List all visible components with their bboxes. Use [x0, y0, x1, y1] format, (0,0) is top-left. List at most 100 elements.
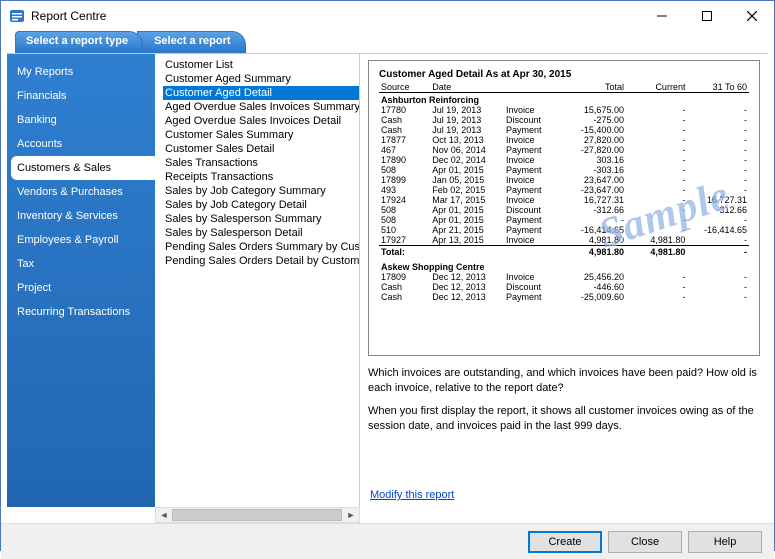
sidebar-item-financials[interactable]: Financials: [7, 84, 155, 108]
report-item[interactable]: Pending Sales Orders Summary by Customer: [163, 240, 359, 254]
report-item[interactable]: Customer Aged Summary: [163, 72, 359, 86]
report-list-hscrollbar[interactable]: ◄ ►: [155, 507, 360, 523]
cell: -: [687, 155, 749, 165]
minimize-button[interactable]: [639, 1, 684, 31]
report-list[interactable]: Customer ListCustomer Aged SummaryCustom…: [155, 54, 360, 507]
tab-headers: Select a report type Select a report: [1, 31, 774, 53]
sidebar-item-inventory-services[interactable]: Inventory & Services: [7, 204, 155, 228]
cell: -303.16: [560, 165, 626, 175]
col-header: Total: [560, 82, 626, 93]
cell: -: [687, 145, 749, 155]
cell: 508: [379, 205, 430, 215]
cell: Jul 19, 2013: [430, 125, 504, 135]
help-button[interactable]: Help: [688, 531, 762, 553]
cell: -: [626, 135, 687, 145]
cell: -: [626, 145, 687, 155]
cell: Apr 13, 2015: [430, 235, 504, 246]
report-item[interactable]: Receipts Transactions: [163, 170, 359, 184]
cell: -: [687, 175, 749, 185]
sidebar-item-customers-sales[interactable]: Customers & Sales: [11, 156, 155, 180]
close-button[interactable]: [729, 1, 774, 31]
cell: Discount: [504, 282, 560, 292]
cell: Invoice: [504, 272, 560, 282]
report-item[interactable]: Customer Sales Detail: [163, 142, 359, 156]
cell: Apr 01, 2015: [430, 215, 504, 225]
report-item[interactable]: Aged Overdue Sales Invoices Detail: [163, 114, 359, 128]
cell: 303.16: [560, 155, 626, 165]
sidebar: My ReportsFinancialsBankingAccountsCusto…: [7, 54, 155, 507]
cell: Jul 19, 2013: [430, 105, 504, 115]
maximize-button[interactable]: [684, 1, 729, 31]
report-item[interactable]: Sales by Job Category Summary: [163, 184, 359, 198]
cell: Payment: [504, 225, 560, 235]
cell: -: [626, 155, 687, 165]
cell: -: [626, 125, 687, 135]
report-item[interactable]: Pending Sales Orders Detail by Customer: [163, 254, 359, 268]
report-item[interactable]: Sales by Salesperson Summary: [163, 212, 359, 226]
close-dialog-button[interactable]: Close: [608, 531, 682, 553]
cell: -: [626, 165, 687, 175]
footer: Create Close Help: [1, 523, 774, 559]
total-cell: 4,981.80: [626, 246, 687, 261]
total-cell: Total:: [379, 246, 430, 261]
main-area: My ReportsFinancialsBankingAccountsCusto…: [7, 53, 768, 507]
cell: 17780: [379, 105, 430, 115]
cell: Cash: [379, 125, 430, 135]
cell: -: [687, 292, 749, 302]
report-item[interactable]: Sales by Salesperson Detail: [163, 226, 359, 240]
description-line-2: When you first display the report, it sh…: [368, 404, 760, 434]
cell: 17890: [379, 155, 430, 165]
sidebar-item-vendors-purchases[interactable]: Vendors & Purchases: [7, 180, 155, 204]
tab-select-type[interactable]: Select a report type: [15, 31, 143, 53]
section-header: Askew Shopping Centre: [379, 260, 749, 272]
cell: -: [687, 215, 749, 225]
tab-select-report[interactable]: Select a report: [137, 31, 245, 53]
cell: Cash: [379, 282, 430, 292]
col-header: [504, 82, 560, 93]
cell: 508: [379, 215, 430, 225]
report-item[interactable]: Aged Overdue Sales Invoices Summary: [163, 100, 359, 114]
scroll-right-icon[interactable]: ►: [343, 510, 359, 520]
report-item[interactable]: Sales Transactions: [163, 156, 359, 170]
sidebar-item-my-reports[interactable]: My Reports: [7, 60, 155, 84]
report-title: Customer Aged Detail As at Apr 30, 2015: [379, 69, 749, 80]
col-header: 31 To 60: [687, 82, 749, 93]
col-header: Source: [379, 82, 430, 93]
sidebar-item-recurring-transactions[interactable]: Recurring Transactions: [7, 300, 155, 324]
cell: Payment: [504, 125, 560, 135]
cell: 4,981.80: [626, 235, 687, 246]
cell: -: [626, 215, 687, 225]
cell: -: [626, 175, 687, 185]
total-cell: [430, 246, 504, 261]
cell: Cash: [379, 115, 430, 125]
cell: -446.60: [560, 282, 626, 292]
cell: -: [626, 185, 687, 195]
sidebar-item-accounts[interactable]: Accounts: [7, 132, 155, 156]
cell: Payment: [504, 292, 560, 302]
cell: Discount: [504, 115, 560, 125]
sidebar-item-tax[interactable]: Tax: [7, 252, 155, 276]
sidebar-item-employees-payroll[interactable]: Employees & Payroll: [7, 228, 155, 252]
modify-report-link[interactable]: Modify this report: [370, 489, 454, 501]
report-item[interactable]: Customer Sales Summary: [163, 128, 359, 142]
total-cell: [504, 246, 560, 261]
cell: -312.66: [560, 205, 626, 215]
window-title: Report Centre: [31, 9, 106, 23]
cell: 17899: [379, 175, 430, 185]
report-item[interactable]: Sales by Job Category Detail: [163, 198, 359, 212]
sidebar-item-banking[interactable]: Banking: [7, 108, 155, 132]
cell: Apr 01, 2015: [430, 165, 504, 175]
sidebar-item-project[interactable]: Project: [7, 276, 155, 300]
report-item[interactable]: Customer Aged Detail: [163, 86, 359, 100]
cell: 16,727.31: [687, 195, 749, 205]
cell: -: [626, 115, 687, 125]
cell: Invoice: [504, 175, 560, 185]
scroll-left-icon[interactable]: ◄: [156, 510, 172, 520]
create-button[interactable]: Create: [528, 531, 602, 553]
cell: Cash: [379, 292, 430, 302]
scroll-thumb[interactable]: [172, 509, 342, 521]
cell: 510: [379, 225, 430, 235]
section-header: Ashburton Reinforcing: [379, 93, 749, 106]
report-item[interactable]: Customer List: [163, 58, 359, 72]
col-header: Current: [626, 82, 687, 93]
